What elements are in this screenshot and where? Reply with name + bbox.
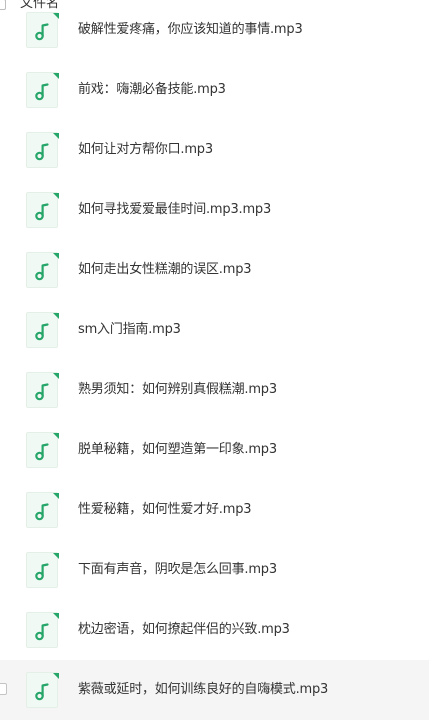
note-stem xyxy=(41,503,49,518)
note-stem xyxy=(41,683,49,698)
music-note-icon xyxy=(26,312,59,348)
file-row[interactable]: 如何走出女性糕潮的误区.mp3 xyxy=(0,240,429,300)
file-row[interactable]: 紫薇或延时，如何训练良好的自嗨模式.mp3 xyxy=(0,660,429,720)
note-stem xyxy=(41,563,49,578)
folded-corner xyxy=(53,613,59,619)
music-note-glyph xyxy=(35,673,59,701)
file-row[interactable]: 熟男须知：如何辨别真假糕潮.mp3 xyxy=(0,360,429,420)
file-name[interactable]: 前戏：嗨潮必备技能.mp3 xyxy=(78,80,226,100)
folded-corner xyxy=(53,553,59,559)
folded-corner xyxy=(53,433,59,439)
music-note-glyph xyxy=(35,133,59,161)
music-note-glyph xyxy=(35,13,59,41)
music-note-icon xyxy=(26,612,59,648)
file-name[interactable]: 性爱秘籍，如何性爱才好.mp3 xyxy=(78,500,252,520)
note-stem xyxy=(41,323,49,338)
music-note-glyph xyxy=(35,433,59,461)
folded-corner xyxy=(53,133,59,139)
file-name[interactable]: 熟男须知：如何辨别真假糕潮.mp3 xyxy=(78,380,277,400)
folded-corner xyxy=(53,13,59,19)
file-list: 破解性爱疼痛，你应该知道的事情.mp3 前戏：嗨潮必备技能.mp3 如何让对方帮你口… xyxy=(0,0,429,721)
file-row[interactable]: sm入门指南.mp3 xyxy=(0,300,429,360)
music-note-icon xyxy=(26,72,59,108)
music-note-icon xyxy=(26,672,59,708)
folded-corner xyxy=(53,673,59,679)
music-note-glyph xyxy=(35,613,59,641)
music-note-glyph xyxy=(35,553,59,581)
note-stem xyxy=(41,203,49,218)
note-stem xyxy=(41,443,49,458)
file-row[interactable]: 破解性爱疼痛，你应该知道的事情.mp3 xyxy=(0,0,429,60)
music-note-glyph xyxy=(35,373,59,401)
music-note-icon xyxy=(26,372,59,408)
file-row[interactable]: 前戏：嗨潮必备技能.mp3 xyxy=(0,60,429,120)
music-note-glyph xyxy=(35,73,59,101)
note-stem xyxy=(41,143,49,158)
music-note-glyph xyxy=(35,193,59,221)
music-note-glyph xyxy=(35,253,59,281)
file-name[interactable]: 如何寻找爱爱最佳时间.mp3.mp3 xyxy=(78,200,271,220)
row-checkbox[interactable] xyxy=(0,683,7,695)
folded-corner xyxy=(53,373,59,379)
folded-corner xyxy=(53,313,59,319)
music-note-icon xyxy=(26,132,59,168)
music-note-glyph xyxy=(35,493,59,521)
folded-corner xyxy=(53,73,59,79)
file-row[interactable]: 脱单秘籍，如何塑造第一印象.mp3 xyxy=(0,420,429,480)
file-row[interactable]: 性爱秘籍，如何性爱才好.mp3 xyxy=(0,480,429,540)
file-name[interactable]: 如何让对方帮你口.mp3 xyxy=(78,140,213,160)
music-note-icon xyxy=(26,192,59,228)
file-row[interactable]: 如何寻找爱爱最佳时间.mp3.mp3 xyxy=(0,180,429,240)
file-name[interactable]: 如何走出女性糕潮的误区.mp3 xyxy=(78,260,252,280)
music-note-icon xyxy=(26,552,59,588)
folded-corner xyxy=(53,193,59,199)
folded-corner xyxy=(53,493,59,499)
file-name[interactable]: sm入门指南.mp3 xyxy=(78,320,181,340)
note-stem xyxy=(41,83,49,98)
music-note-glyph xyxy=(35,313,59,341)
note-stem xyxy=(41,263,49,278)
note-stem xyxy=(41,623,49,638)
file-name[interactable]: 破解性爱疼痛，你应该知道的事情.mp3 xyxy=(78,20,303,40)
file-name[interactable]: 枕边密语，如何撩起伴侣的兴致.mp3 xyxy=(78,620,290,640)
file-row[interactable]: 下面有声音，阴吹是怎么回事.mp3 xyxy=(0,540,429,600)
file-name[interactable]: 脱单秘籍，如何塑造第一印象.mp3 xyxy=(78,440,277,460)
file-row[interactable]: 枕边密语，如何撩起伴侣的兴致.mp3 xyxy=(0,600,429,660)
file-row[interactable]: 如何让对方帮你口.mp3 xyxy=(0,120,429,180)
note-stem xyxy=(41,383,49,398)
file-name[interactable]: 下面有声音，阴吹是怎么回事.mp3 xyxy=(78,560,277,580)
folded-corner xyxy=(53,253,59,259)
music-note-icon xyxy=(26,492,59,528)
music-note-icon xyxy=(26,12,59,48)
file-name[interactable]: 紫薇或延时，如何训练良好的自嗨模式.mp3 xyxy=(78,680,328,700)
music-note-icon xyxy=(26,252,59,288)
note-stem xyxy=(41,23,49,38)
music-note-icon xyxy=(26,432,59,468)
